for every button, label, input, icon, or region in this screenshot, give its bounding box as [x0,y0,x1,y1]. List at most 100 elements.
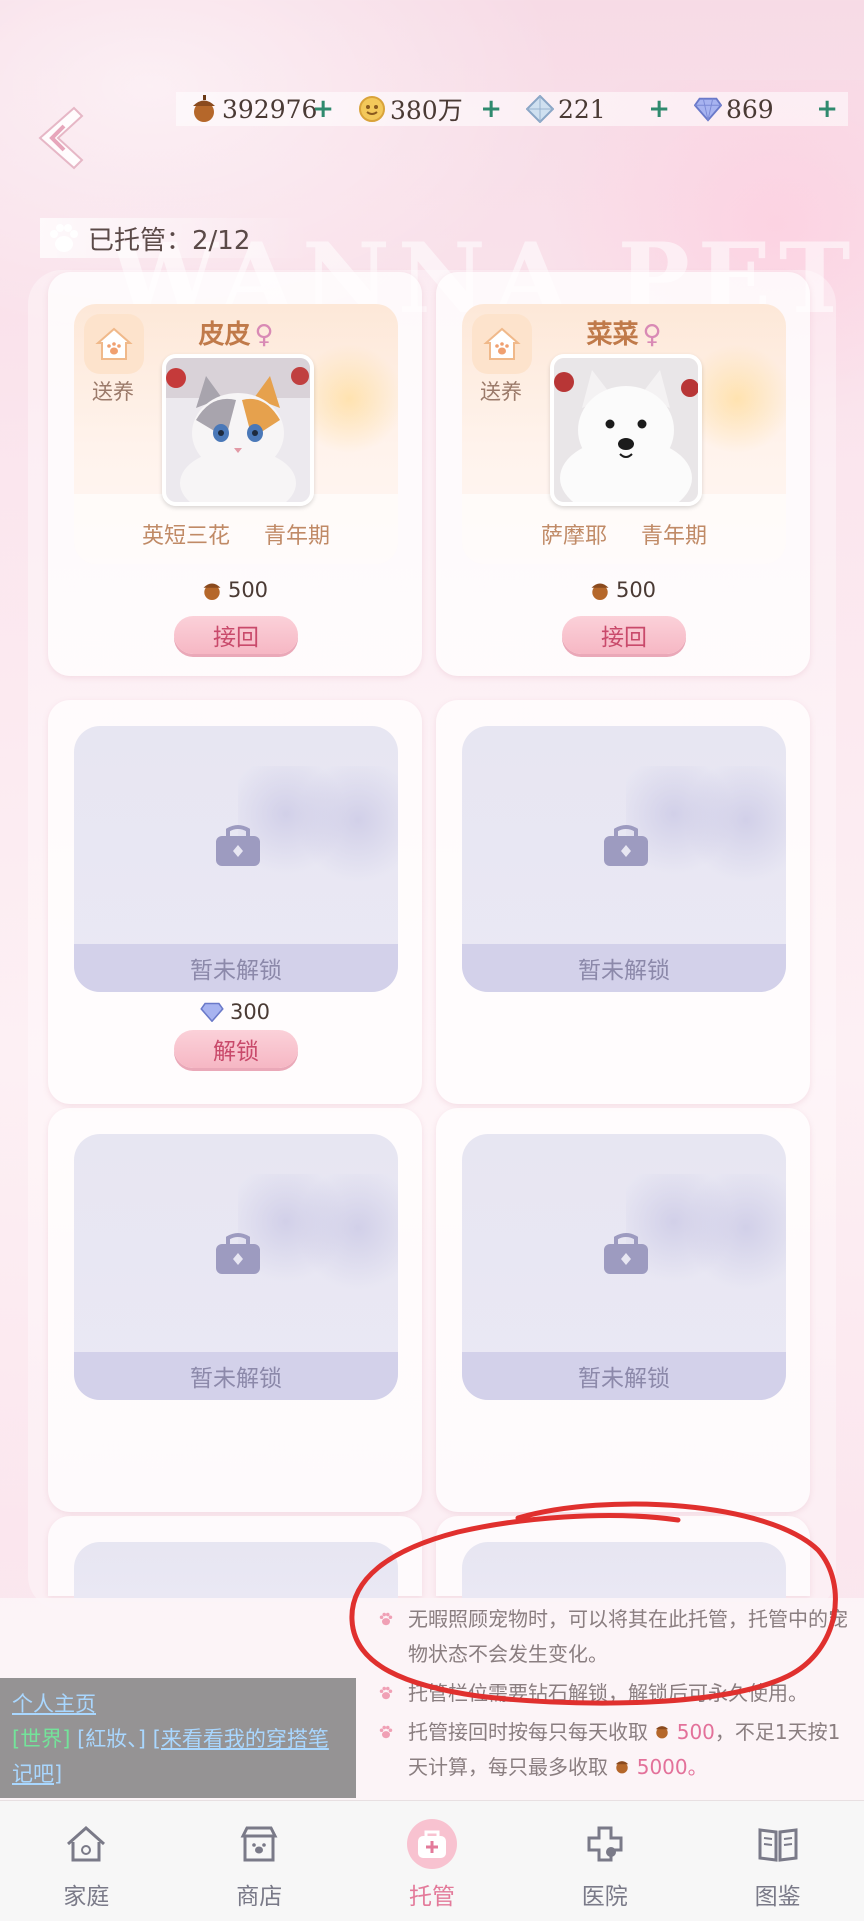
pet-name-text: 菜菜 [586,320,639,350]
pet-stage: 青年期 [641,524,708,549]
chat-username[interactable]: [紅妝、] [77,1727,146,1751]
book-icon [753,1819,803,1869]
nav-item-pet-care[interactable]: 托管 [346,1801,519,1921]
pet-name: 菜菜 ♀ [462,314,786,351]
rule-item: 托管接回时按每只每天收取 500，不足1天按1天计算，每只最多收取 5000。 [378,1715,848,1785]
add-gold-button[interactable]: + [480,94,502,124]
lock-icon [216,825,260,866]
acorn-icon [591,583,609,600]
acorn-icon [190,95,218,123]
unlock-cost-value: 300 [229,1000,271,1024]
unlock-cost: 300 [48,1000,422,1024]
back-arrow-icon [38,106,84,170]
diamond-count: 869 [726,94,774,124]
pet-meta: 英短三花 青年期 [74,518,398,550]
nav-item-encyclopedia[interactable]: 图鉴 [691,1801,864,1921]
hosted-count-text: 已托管：2/12 [88,225,251,256]
pet-care-icon [406,1819,457,1869]
paw-icon [50,224,78,252]
pet-card: 送养 菜菜 ♀ 萨摩耶 青年期 500 接回 [436,272,810,676]
shop-icon [234,1819,284,1869]
nav-label: 托管 [408,1884,455,1910]
retrieve-cost: 500 [436,578,810,602]
home-icon [61,1819,111,1869]
add-acorn-button[interactable]: + [312,94,334,124]
crystal-icon [526,95,554,123]
pet-info-area: 送养 菜菜 ♀ 萨摩耶 青年期 [462,304,786,564]
currency-crystal: 221 + [512,92,680,126]
nav-label: 图鉴 [754,1884,801,1910]
acorn-icon [616,1761,629,1774]
locked-label: 暂未解锁 [462,1352,786,1400]
pet-breed: 萨摩耶 [540,524,607,549]
nav-label: 家庭 [63,1884,110,1910]
lock-icon [604,1233,648,1274]
pet-card: 送养 皮皮 ♀ 英短三花 青年期 500 接回 [48,272,422,676]
rule-text: 托管接回时按每只每天收取 [408,1720,648,1744]
add-diamond-button[interactable]: + [816,94,838,124]
pet-name-text: 皮皮 [198,320,251,350]
daily-fee: 500 [676,1720,715,1744]
retrieve-cost: 500 [48,578,422,602]
lock-icon [216,1233,260,1274]
gold-coin-icon [358,95,386,123]
gold-count: 380万 [390,96,463,125]
diamond-icon [200,1002,224,1022]
female-icon: ♀ [642,320,662,350]
nav-item-shop[interactable]: 商店 [173,1801,346,1921]
nav-label: 医院 [581,1884,628,1910]
pet-stage: 青年期 [264,524,331,549]
annotation-circle [349,1501,838,1706]
acorn-icon [656,1726,669,1739]
pet-meta: 萨摩耶 青年期 [462,518,786,550]
retrieve-cost-value: 500 [615,578,657,602]
chat-channel: [世界] [12,1727,71,1751]
locked-slot-area: 暂未解锁 [462,726,786,992]
nav-item-hospital[interactable]: 医院 [518,1801,691,1921]
currency-bar: 392976 + 380万 + 221 + 869 + [176,92,848,126]
chat-box[interactable]: 个人主页 [世界] [紅妝、] [来看看我的穿搭笔记吧] [0,1678,356,1798]
retrieve-button[interactable]: 接回 [174,616,298,654]
pet-breed: 英短三花 [141,524,230,549]
locked-slot: 暂未解锁 [436,1108,810,1512]
locked-slot-area: 暂未解锁 [74,1134,398,1400]
pet-name: 皮皮 ♀ [74,314,398,351]
retrieve-cost-value: 500 [227,578,269,602]
locked-label: 暂未解锁 [74,1352,398,1400]
hospital-icon [580,1819,630,1869]
acorn-count: 392976 [222,94,318,124]
pet-info-area: 送养 皮皮 ♀ 英短三花 青年期 [74,304,398,564]
max-fee: 5000 [636,1755,688,1779]
lock-icon [604,825,648,866]
unlock-button[interactable]: 解锁 [174,1030,298,1068]
paw-icon [379,1725,393,1739]
profile-link[interactable]: 个人主页 [12,1688,96,1718]
locked-slot-area: 暂未解锁 [462,1134,786,1400]
currency-acorn: 392976 + [176,92,344,126]
female-icon: ♀ [254,320,274,350]
locked-slot: 暂未解锁 [48,1108,422,1512]
retrieve-button[interactable]: 接回 [562,616,686,654]
bottom-nav: 家庭 商店 托管 医院 图鉴 [0,1800,864,1921]
back-button[interactable] [34,104,90,172]
locked-slot-area: 暂未解锁 [74,726,398,992]
acorn-icon [203,583,221,600]
chat-message: [世界] [紅妝、] [来看看我的穿搭笔记吧] [12,1722,342,1792]
diamond-icon [694,95,722,123]
locked-slot: 暂未解锁 [436,700,810,1104]
nav-label: 商店 [236,1884,283,1910]
currency-diamond: 869 + [680,92,848,126]
cat-photo[interactable] [162,354,314,506]
currency-gold: 380万 + [344,92,512,126]
adopt-out-label: 送养 [480,380,522,404]
locked-slot: 暂未解锁 300 解锁 [48,700,422,1104]
locked-label: 暂未解锁 [462,944,786,992]
rule-text: 。 [687,1755,708,1779]
nav-item-home[interactable]: 家庭 [0,1801,173,1921]
dog-photo[interactable] [550,354,702,506]
adopt-out-label: 送养 [92,380,134,404]
locked-label: 暂未解锁 [74,944,398,992]
hosted-count-label: 已托管：2/12 [40,218,311,258]
add-crystal-button[interactable]: + [648,94,670,124]
crystal-count: 221 [558,94,606,124]
